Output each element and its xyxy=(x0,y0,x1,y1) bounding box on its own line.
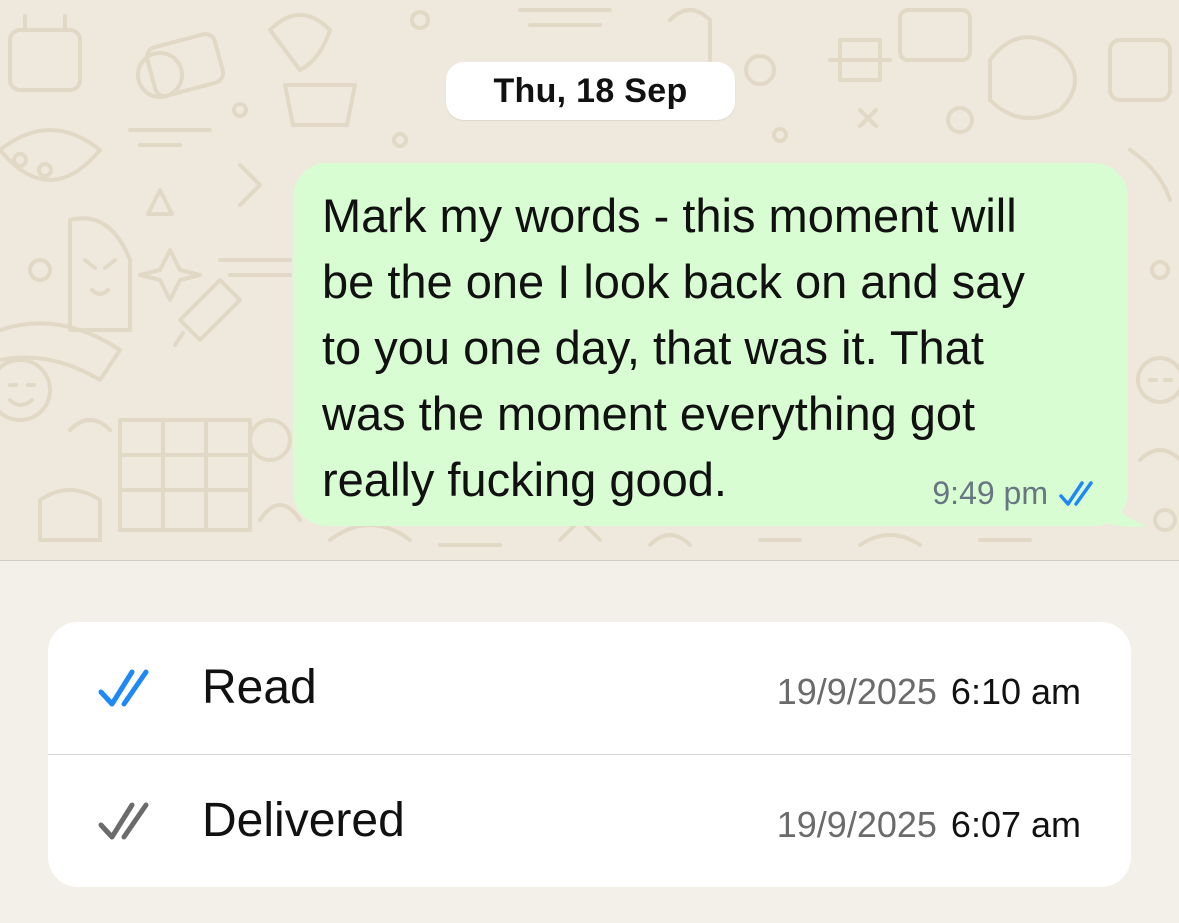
section-divider xyxy=(0,560,1179,561)
read-timestamp: 19/9/2025 6:10 am xyxy=(777,670,1081,714)
delivered-date: 19/9/2025 xyxy=(776,804,937,845)
message-time: 9:49 pm xyxy=(932,475,1048,511)
delivered-label: Delivered xyxy=(202,794,405,847)
double-check-read-icon xyxy=(1059,480,1093,506)
double-check-delivered-icon xyxy=(98,802,149,840)
chat-area[interactable]: Thu, 18 Sep Mark my words - this moment … xyxy=(0,0,1179,560)
delivered-row: Delivered 19/9/2025 6:07 am xyxy=(48,755,1131,887)
delivered-timestamp: 19/9/2025 6:07 am xyxy=(777,803,1081,847)
message-meta: 9:49 pm xyxy=(932,475,1102,512)
read-date: 19/9/2025 xyxy=(776,671,937,712)
read-label: Read xyxy=(202,661,317,714)
read-time: 6:10 am xyxy=(950,671,1081,712)
read-row: Read 19/9/2025 6:10 am xyxy=(48,622,1131,754)
message-text: Mark my words - this moment will be the … xyxy=(322,189,1025,506)
delivered-time: 6:07 am xyxy=(950,804,1081,845)
message-info-card: Read 19/9/2025 6:10 am Delivered 19/9/20… xyxy=(48,622,1131,887)
outgoing-message-bubble[interactable]: Mark my words - this moment will be the … xyxy=(293,163,1128,526)
date-separator: Thu, 18 Sep xyxy=(446,62,735,120)
double-check-read-icon xyxy=(98,669,149,707)
